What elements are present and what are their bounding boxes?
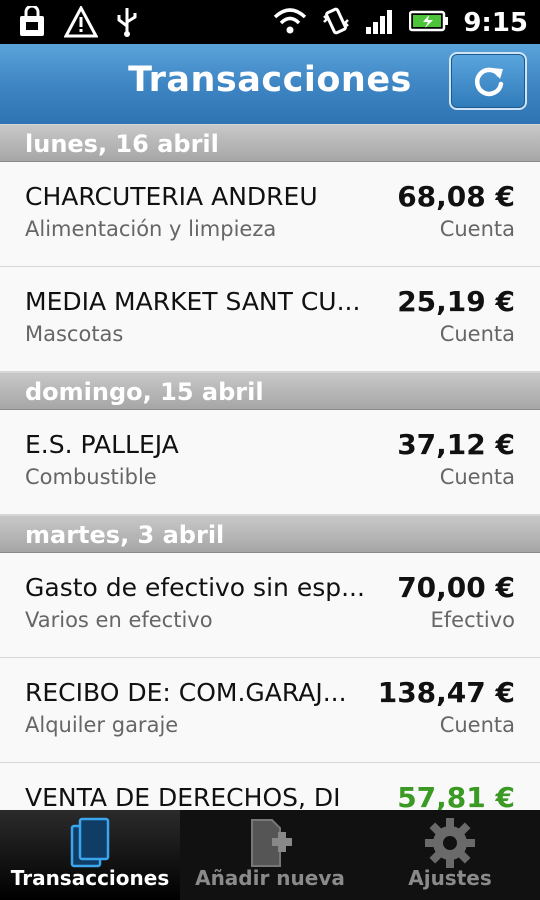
vibrate-icon bbox=[321, 6, 351, 40]
warning-icon bbox=[63, 4, 99, 42]
account-label: Cuenta bbox=[439, 217, 515, 241]
merchant-name: MEDIA MARKET SANT CU... bbox=[25, 287, 361, 316]
category-label: Mascotas bbox=[25, 322, 124, 346]
transaction-row[interactable]: MEDIA MARKET SANT CU... Mascotas 25,19 €… bbox=[0, 267, 540, 372]
tab-label: Transacciones bbox=[10, 866, 170, 890]
documents-icon bbox=[70, 817, 110, 868]
amount: 25,19 € bbox=[397, 285, 515, 318]
transaction-row[interactable]: VENTA DE DERECHOS, DI 57,81 € bbox=[0, 763, 540, 810]
wifi-icon bbox=[273, 7, 307, 39]
date-header: lunes, 16 abril bbox=[0, 124, 540, 162]
tab-transacciones[interactable]: Transacciones bbox=[0, 810, 180, 900]
transaction-row[interactable]: Gasto de efectivo sin esp... Varios en e… bbox=[0, 553, 540, 658]
signal-icon bbox=[365, 7, 395, 39]
category-label: Varios en efectivo bbox=[25, 608, 213, 632]
merchant-name: RECIBO DE: COM.GARAJ... bbox=[25, 678, 347, 707]
merchant-name: CHARCUTERIA ANDREU bbox=[25, 182, 318, 211]
tab-anadir-nueva[interactable]: Añadir nueva bbox=[180, 810, 360, 900]
bottom-nav: Transacciones Añadir nueva Ajustes bbox=[0, 810, 540, 900]
date-header: martes, 3 abril bbox=[0, 515, 540, 553]
status-bar: 9:15 bbox=[0, 0, 540, 44]
clock: 9:15 bbox=[463, 8, 528, 38]
amount: 70,00 € bbox=[397, 571, 515, 604]
shopping-bag-icon bbox=[16, 4, 48, 42]
account-label: Cuenta bbox=[439, 713, 515, 737]
account-label: Cuenta bbox=[439, 465, 515, 489]
merchant-name: VENTA DE DERECHOS, DI bbox=[25, 783, 341, 810]
amount: 37,12 € bbox=[397, 428, 515, 461]
transaction-row[interactable]: CHARCUTERIA ANDREU Alimentación y limpie… bbox=[0, 162, 540, 267]
merchant-name: Gasto de efectivo sin esp... bbox=[25, 573, 365, 602]
usb-icon bbox=[114, 6, 140, 42]
transaction-row[interactable]: RECIBO DE: COM.GARAJ... Alquiler garaje … bbox=[0, 658, 540, 763]
refresh-button[interactable] bbox=[449, 52, 527, 110]
amount: 138,47 € bbox=[377, 676, 515, 709]
add-document-icon bbox=[251, 819, 292, 867]
category-label: Combustible bbox=[25, 465, 157, 489]
account-label: Efectivo bbox=[430, 608, 515, 632]
transaction-list[interactable]: lunes, 16 abril CHARCUTERIA ANDREU Alime… bbox=[0, 124, 540, 810]
amount: 68,08 € bbox=[397, 180, 515, 213]
merchant-name: E.S. PALLEJA bbox=[25, 430, 179, 459]
title-bar: Transacciones bbox=[0, 44, 540, 125]
tab-ajustes[interactable]: Ajustes bbox=[360, 810, 540, 900]
category-label: Alquiler garaje bbox=[25, 713, 179, 737]
battery-icon bbox=[409, 9, 449, 37]
gear-icon bbox=[425, 818, 475, 868]
transaction-row[interactable]: E.S. PALLEJA Combustible 37,12 € Cuenta bbox=[0, 410, 540, 515]
account-label: Cuenta bbox=[439, 322, 515, 346]
category-label: Alimentación y limpieza bbox=[25, 217, 277, 241]
amount: 57,81 € bbox=[397, 781, 515, 810]
date-header: domingo, 15 abril bbox=[0, 372, 540, 410]
tab-label: Añadir nueva bbox=[195, 866, 345, 890]
refresh-icon bbox=[474, 67, 504, 97]
tab-label: Ajustes bbox=[408, 866, 492, 890]
